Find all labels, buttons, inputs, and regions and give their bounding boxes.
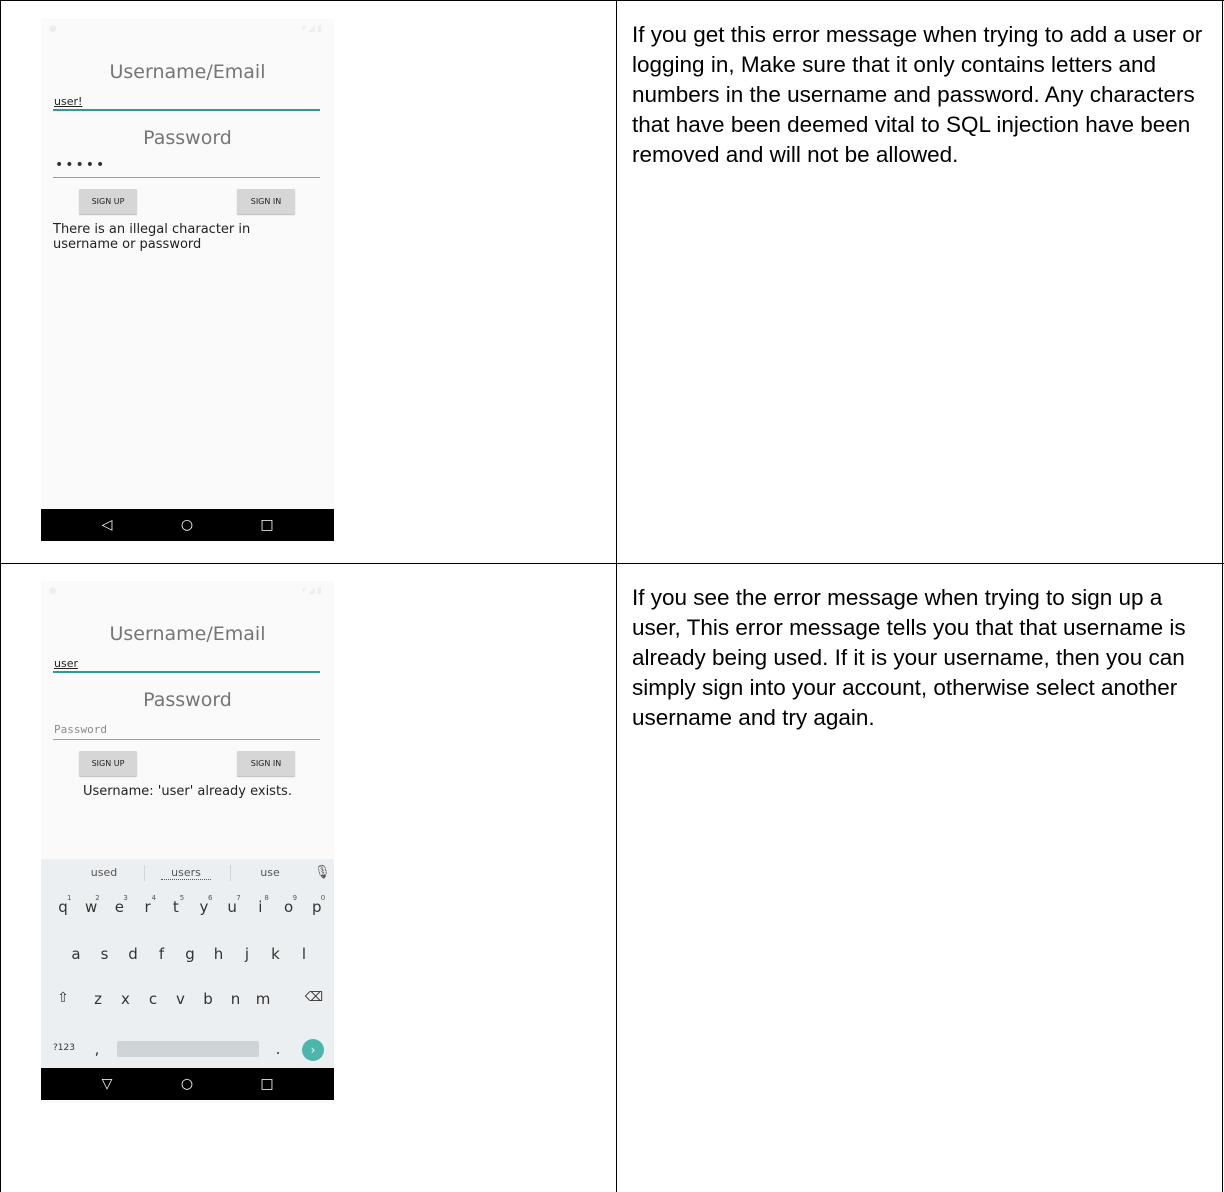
back-triangle-icon[interactable]: ◁: [97, 509, 117, 541]
backspace-icon[interactable]: ⌫: [304, 990, 324, 1005]
key-s[interactable]: s: [95, 945, 115, 963]
error-message-line: There is an illegal character in: [53, 222, 251, 237]
table-border-divider: [616, 0, 617, 1192]
row-2-description: If you see the error message when trying…: [632, 585, 1186, 730]
key-g[interactable]: g: [180, 945, 200, 963]
space-bar[interactable]: [117, 1041, 259, 1057]
key-b[interactable]: b: [198, 990, 218, 1008]
key-l[interactable]: l: [294, 945, 314, 963]
table-border-middle: [0, 563, 1224, 564]
back-triangle-icon[interactable]: ▽: [97, 1068, 117, 1100]
key-hint: 8: [264, 894, 269, 902]
navigation-bar: ◁ ○ □: [41, 509, 334, 541]
sign-in-button[interactable]: SIGN IN: [237, 751, 295, 776]
key-hint: 0: [320, 894, 326, 902]
sign-up-button[interactable]: SIGN UP: [79, 189, 137, 214]
key-j[interactable]: j: [237, 945, 257, 963]
sign-up-button[interactable]: SIGN UP: [79, 751, 137, 776]
username-underline: [53, 671, 320, 673]
microphone-icon[interactable]: 🎙: [314, 864, 331, 880]
key-d[interactable]: d: [123, 945, 143, 963]
status-icons: ▾◢▮: [301, 24, 324, 34]
suggestion-divider: [144, 865, 145, 881]
username-title: Username/Email: [109, 623, 266, 645]
phone-screenshot-username-exists: ● ▾◢▮ Username/Email user Password Passw…: [41, 581, 334, 1103]
key-n[interactable]: n: [226, 990, 246, 1008]
suggestion-item[interactable]: used: [79, 866, 129, 879]
recents-square-icon[interactable]: □: [257, 1068, 277, 1100]
status-icons: ▾◢▮: [301, 586, 324, 596]
password-title: Password: [143, 127, 232, 149]
table-border-right: [1222, 0, 1223, 1192]
key-hint: 9: [292, 894, 298, 902]
username-input[interactable]: user!: [54, 95, 82, 108]
error-message: Username: 'user' already exists.: [83, 784, 292, 799]
key-hint: 4: [151, 894, 157, 902]
key-hint: 7: [236, 894, 241, 902]
key-hint: 5: [179, 894, 185, 902]
navigation-bar: ▽ ○ □: [41, 1068, 334, 1100]
username-input[interactable]: user: [54, 657, 78, 670]
suggestion-strip: used users use 🎙: [41, 859, 334, 887]
notification-icon: ●: [49, 586, 57, 596]
error-message-line: username or password: [53, 237, 202, 252]
sign-in-button[interactable]: SIGN IN: [237, 189, 295, 214]
key-hint: 3: [123, 894, 128, 902]
key-c[interactable]: c: [143, 990, 163, 1008]
home-circle-icon[interactable]: ○: [177, 509, 197, 541]
key-v[interactable]: v: [171, 990, 191, 1008]
home-circle-icon[interactable]: ○: [177, 1068, 197, 1100]
key-h[interactable]: h: [209, 945, 229, 963]
password-input[interactable]: •••••: [55, 157, 106, 173]
key-z[interactable]: z: [88, 990, 108, 1008]
key-hint: 6: [208, 894, 213, 902]
password-input[interactable]: Password: [54, 723, 107, 736]
table-border-top: [0, 0, 1224, 1]
table-border-left: [0, 0, 1, 1192]
key-m[interactable]: m: [253, 990, 273, 1008]
password-title: Password: [143, 689, 232, 711]
go-arrow-icon[interactable]: ›: [302, 1039, 324, 1061]
symbols-key[interactable]: ?123: [49, 1043, 79, 1053]
username-title: Username/Email: [109, 61, 266, 83]
recents-square-icon[interactable]: □: [257, 509, 277, 541]
period-key[interactable]: .: [268, 1040, 288, 1058]
document-table: ● ▾◢▮ Username/Email user! Password ••••…: [0, 0, 1224, 1192]
key-hint: 2: [95, 894, 100, 902]
key-hint: 1: [67, 894, 72, 902]
row-1-description: If you get this error message when tryin…: [632, 22, 1203, 167]
phone-screenshot-illegal-character: ● ▾◢▮ Username/Email user! Password ••••…: [41, 19, 334, 541]
error-message: There is an illegal character in usernam…: [53, 222, 313, 252]
suggestion-divider: [230, 865, 231, 881]
notification-icon: ●: [49, 24, 57, 34]
status-bar: ● ▾◢▮: [41, 581, 334, 603]
password-underline: [53, 177, 320, 178]
username-underline: [53, 109, 320, 111]
status-bar: ● ▾◢▮: [41, 19, 334, 41]
suggestion-item[interactable]: use: [245, 866, 295, 879]
password-underline: [53, 739, 320, 740]
key-k[interactable]: k: [266, 945, 286, 963]
shift-arrow-icon[interactable]: ⇧: [53, 990, 73, 1006]
suggestion-item[interactable]: users: [161, 866, 211, 880]
key-x[interactable]: x: [116, 990, 136, 1008]
comma-key[interactable]: ,: [87, 1040, 107, 1058]
key-f[interactable]: f: [152, 945, 172, 963]
key-a[interactable]: a: [66, 945, 86, 963]
soft-keyboard: used users use 🎙 ⇧ ⌫ ?123 , . › q1w2e3r4…: [41, 859, 334, 1068]
